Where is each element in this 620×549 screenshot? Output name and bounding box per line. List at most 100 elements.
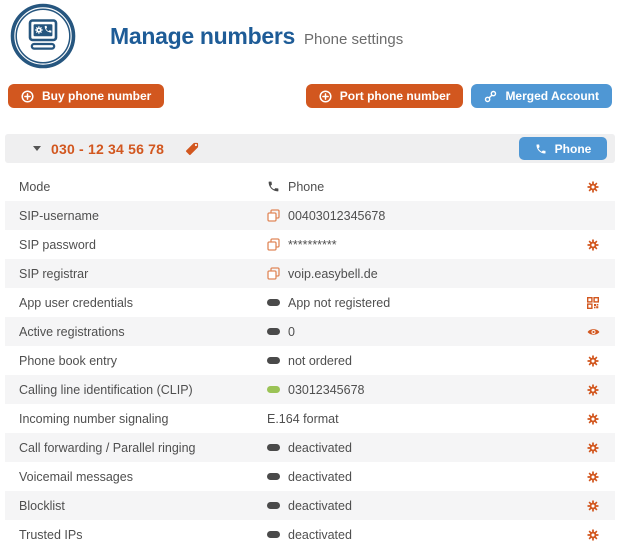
row-action-cell: [585, 442, 601, 454]
setting-value: 0: [288, 325, 295, 339]
merged-account-button[interactable]: Merged Account: [471, 84, 612, 108]
gear-icon[interactable]: [587, 355, 599, 367]
computer-phone-logo-icon: [10, 3, 76, 69]
phone-icon: [535, 143, 547, 155]
row-action-cell: [585, 529, 601, 541]
row-action-cell: [585, 384, 601, 396]
setting-value-cell: deactivated: [267, 441, 585, 455]
settings-row: SIP registrar voip.easybell.de: [5, 259, 615, 288]
setting-label: Active registrations: [19, 325, 267, 339]
setting-label: Incoming number signaling: [19, 412, 267, 426]
settings-row: Active registrations 0: [5, 317, 615, 346]
setting-label: Call forwarding / Parallel ringing: [19, 441, 267, 455]
page-subtitle: Phone settings: [304, 31, 403, 48]
gear-icon[interactable]: [587, 181, 599, 193]
toolbar: Buy phone number Port phone number Merge…: [0, 72, 620, 108]
settings-row: App user credentials App not registered: [5, 288, 615, 317]
gear-icon[interactable]: [587, 500, 599, 512]
phone-icon: [267, 180, 280, 193]
gear-icon[interactable]: [587, 529, 599, 541]
row-action-cell: [585, 413, 601, 425]
setting-value-cell: App not registered: [267, 296, 585, 310]
row-action-cell: [585, 500, 601, 512]
port-phone-number-label: Port phone number: [340, 89, 451, 103]
number-accordion-header[interactable]: 030 - 12 34 56 78 Phone: [5, 134, 615, 163]
pill-green-icon: [267, 386, 280, 393]
setting-value-cell: E.164 format: [267, 412, 585, 426]
gear-icon[interactable]: [587, 413, 599, 425]
setting-value: deactivated: [288, 441, 352, 455]
row-action-cell: [585, 355, 601, 367]
page-titles: Manage numbers Phone settings: [110, 23, 403, 50]
setting-value: voip.easybell.de: [288, 267, 378, 281]
settings-row: Call forwarding / Parallel ringing deacti…: [5, 433, 615, 462]
phone-number: 030 - 12 34 56 78: [51, 141, 164, 157]
settings-table: Mode Phone SIP-username 00403012345678 SIP p…: [5, 172, 615, 549]
buy-phone-number-label: Buy phone number: [42, 89, 151, 103]
settings-row: SIP password**********: [5, 230, 615, 259]
pill-dark-icon: [267, 444, 280, 451]
phone-type-label: Phone: [555, 142, 592, 156]
gear-icon[interactable]: [587, 239, 599, 251]
phone-type-button[interactable]: Phone: [519, 137, 607, 160]
setting-value: 00403012345678: [288, 209, 385, 223]
gear-icon[interactable]: [587, 471, 599, 483]
row-action-cell: [585, 239, 601, 251]
setting-label: App user credentials: [19, 296, 267, 310]
link-icon: [484, 90, 497, 103]
caret-down-icon: [33, 146, 41, 151]
qr-code-icon[interactable]: [587, 297, 599, 309]
setting-value: deactivated: [288, 528, 352, 542]
pill-dark-icon: [267, 502, 280, 509]
setting-value: not ordered: [288, 354, 352, 368]
setting-value-cell: deactivated: [267, 528, 585, 542]
plus-circle-icon: [21, 90, 34, 103]
settings-row: Voicemail messagesdeactivated: [5, 462, 615, 491]
setting-value: App not registered: [288, 296, 390, 310]
settings-row: Trusted IPsdeactivated: [5, 520, 615, 549]
row-action-cell: [585, 297, 601, 309]
settings-row: Incoming number signalingE.164 format: [5, 404, 615, 433]
settings-row: Blocklistdeactivated: [5, 491, 615, 520]
setting-label: Mode: [19, 180, 267, 194]
page-header: Manage numbers Phone settings: [0, 0, 620, 72]
setting-value: Phone: [288, 180, 324, 194]
port-phone-number-button[interactable]: Port phone number: [306, 84, 464, 108]
setting-value-cell: deactivated: [267, 470, 585, 484]
setting-value-cell: deactivated: [267, 499, 585, 513]
copy-icon[interactable]: [267, 209, 280, 222]
setting-label: Voicemail messages: [19, 470, 267, 484]
copy-icon[interactable]: [267, 238, 280, 251]
settings-row: Phone book entry not ordered: [5, 346, 615, 375]
setting-label: SIP-username: [19, 209, 267, 223]
setting-value-cell: **********: [267, 238, 585, 252]
setting-value-cell: voip.easybell.de: [267, 267, 585, 281]
gear-icon[interactable]: [587, 384, 599, 396]
setting-value-cell: 0: [267, 325, 585, 339]
copy-icon[interactable]: [267, 267, 280, 280]
tag-icon[interactable]: [184, 141, 200, 157]
setting-value-cell: 03012345678: [267, 383, 585, 397]
gear-icon[interactable]: [587, 442, 599, 454]
pill-dark-icon: [267, 357, 280, 364]
settings-row: Calling line identification (CLIP)030123…: [5, 375, 615, 404]
pill-dark-icon: [267, 473, 280, 480]
eye-icon[interactable]: [587, 327, 600, 337]
plus-circle-icon: [319, 90, 332, 103]
settings-row: SIP-username 00403012345678: [5, 201, 615, 230]
setting-value-cell: 00403012345678: [267, 209, 585, 223]
settings-row: Mode Phone: [5, 172, 615, 201]
setting-label: Blocklist: [19, 499, 267, 513]
setting-value: 03012345678: [288, 383, 364, 397]
setting-label: Phone book entry: [19, 354, 267, 368]
pill-dark-icon: [267, 299, 280, 306]
pill-dark-icon: [267, 328, 280, 335]
pill-dark-icon: [267, 531, 280, 538]
setting-value-cell: Phone: [267, 180, 585, 194]
setting-label: SIP registrar: [19, 267, 267, 281]
row-action-cell: [585, 471, 601, 483]
row-action-cell: [585, 181, 601, 193]
merged-account-label: Merged Account: [505, 89, 599, 103]
page-title: Manage numbers: [110, 23, 295, 50]
buy-phone-number-button[interactable]: Buy phone number: [8, 84, 164, 108]
